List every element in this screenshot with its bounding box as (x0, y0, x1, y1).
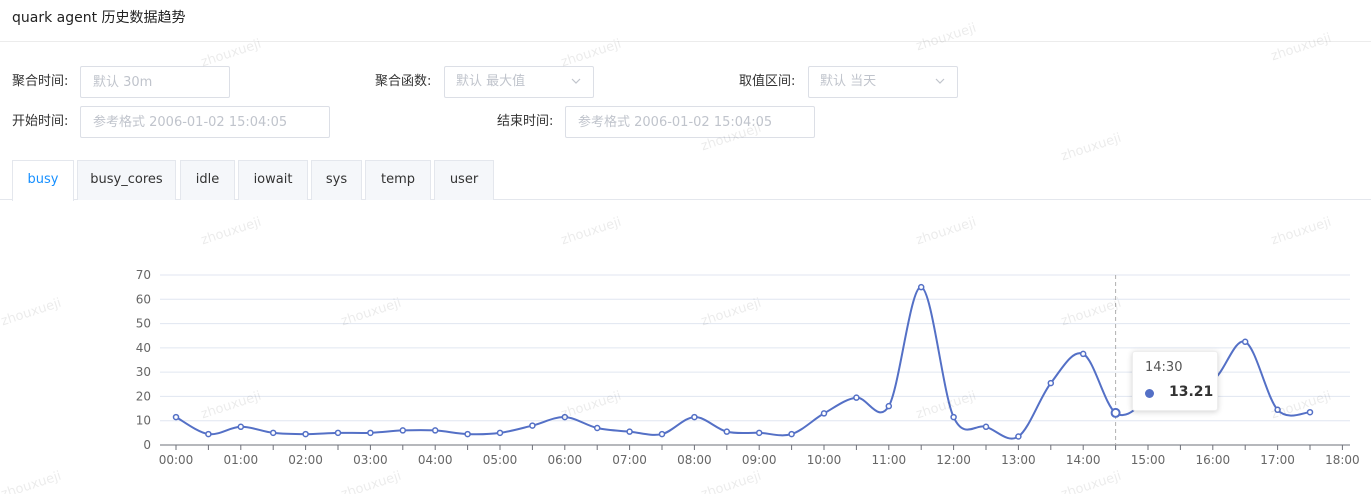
data-point (464, 430, 471, 438)
y-tick-label: 40 (136, 341, 151, 355)
x-tick-label: 14:00 (1066, 453, 1101, 467)
data-point (820, 410, 828, 417)
x-tick-label: 13:00 (1001, 453, 1036, 467)
data-point (658, 430, 666, 438)
value-range-value: 默认 当天 (820, 74, 877, 89)
y-tick-label: 70 (136, 268, 151, 282)
data-point (788, 430, 795, 438)
data-point (885, 402, 893, 410)
y-tick-label: 10 (136, 414, 151, 428)
data-point (529, 422, 536, 429)
y-tick-label: 60 (136, 292, 151, 306)
data-point (1047, 379, 1055, 387)
data-point (1274, 406, 1281, 414)
tab-busy-cores[interactable]: busy_cores (77, 160, 176, 200)
y-tick-label: 30 (136, 365, 151, 379)
data-point (626, 428, 633, 435)
aggregate-time-input[interactable] (80, 66, 230, 98)
data-point (237, 423, 245, 431)
x-tick-label: 12:00 (936, 453, 971, 467)
data-point (302, 430, 309, 438)
data-point (593, 424, 601, 432)
data-point (367, 429, 374, 437)
tab-sys[interactable]: sys (311, 160, 362, 200)
x-tick-label: 18:00 (1325, 453, 1360, 467)
highlighted-data-point (1110, 407, 1121, 418)
x-tick-label: 03:00 (353, 453, 388, 467)
data-point (561, 413, 569, 421)
tooltip-value: 13.21 (1169, 384, 1214, 400)
busy-line-chart[interactable]: 0 10 20 30 40 50 60 70 00:00 01:00 02:00 03:00 04:00… (0, 200, 1371, 494)
aggregate-time-label: 聚合时间: (12, 74, 69, 89)
data-point (950, 413, 957, 421)
data-point (1306, 408, 1314, 416)
x-tick-label: 06:00 (548, 453, 583, 467)
data-point (431, 427, 439, 434)
x-tick-label: 07:00 (612, 453, 647, 467)
aggregate-func-select[interactable]: 默认 最大值 (444, 66, 594, 98)
start-time-input[interactable] (80, 106, 330, 138)
chevron-down-icon (571, 78, 581, 84)
data-point (172, 413, 180, 421)
data-point (269, 429, 277, 437)
y-tick-label: 0 (143, 438, 151, 452)
chevron-down-icon (935, 78, 945, 84)
data-point (853, 394, 860, 401)
chart-tooltip: 14:30 13.21 (1132, 351, 1218, 411)
tab-idle[interactable]: idle (180, 160, 235, 200)
x-tick-label: 02:00 (288, 453, 323, 467)
data-point (917, 283, 925, 291)
data-point (755, 429, 763, 437)
end-time-label: 结束时间: (497, 114, 554, 129)
tab-temp[interactable]: temp (365, 160, 431, 200)
x-tick-label: 00:00 (159, 453, 194, 467)
y-tick-label: 20 (136, 389, 151, 403)
x-tick-label: 01:00 (224, 453, 259, 467)
data-point (1241, 338, 1249, 346)
end-time-input[interactable] (565, 106, 815, 138)
page-header: quark agent 历史数据趋势 (0, 0, 1371, 42)
metric-tabs: busy busy_cores idle iowait sys temp use… (0, 160, 1371, 201)
value-range-label: 取值区间: (739, 74, 796, 89)
tooltip-series-marker (1145, 389, 1154, 398)
data-point (399, 427, 407, 434)
data-point (205, 430, 212, 438)
tab-busy[interactable]: busy (12, 160, 74, 201)
data-point (1079, 350, 1087, 358)
x-tick-label: 08:00 (677, 453, 712, 467)
data-point (496, 429, 504, 437)
x-tick-label: 15:00 (1131, 453, 1166, 467)
x-tick-label: 10:00 (807, 453, 842, 467)
start-time-label: 开始时间: (12, 114, 69, 129)
x-tick-label: 17:00 (1260, 453, 1295, 467)
data-point (723, 428, 731, 435)
x-tick-label: 16:00 (1196, 453, 1231, 467)
data-point (1015, 433, 1022, 440)
data-point (982, 423, 990, 431)
x-tick-label: 05:00 (483, 453, 518, 467)
value-range-select[interactable]: 默认 当天 (808, 66, 958, 98)
aggregate-func-label: 聚合函数: (375, 74, 432, 89)
data-point (691, 413, 698, 421)
tab-user[interactable]: user (434, 160, 494, 200)
aggregate-func-value: 默认 最大值 (456, 74, 526, 89)
x-tick-label: 11:00 (872, 453, 907, 467)
data-point (334, 429, 342, 437)
y-tick-label: 50 (136, 317, 151, 331)
x-tick-label: 04:00 (418, 453, 453, 467)
tooltip-time: 14:30 (1145, 360, 1183, 375)
x-tick-label: 09:00 (742, 453, 777, 467)
page-title: quark agent 历史数据趋势 (12, 10, 186, 26)
tab-iowait[interactable]: iowait (238, 160, 308, 200)
